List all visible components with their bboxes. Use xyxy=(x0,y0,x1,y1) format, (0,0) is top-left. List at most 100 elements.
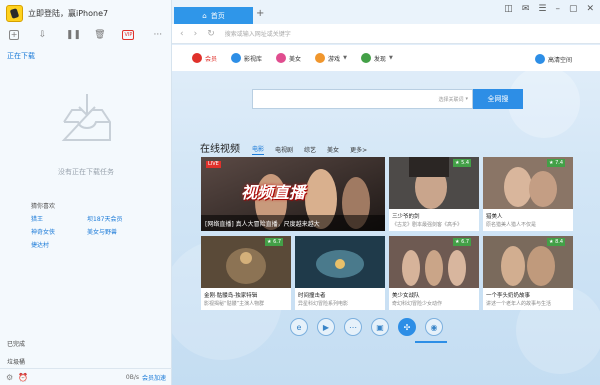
nav-beauty[interactable]: 美女 xyxy=(276,53,301,63)
video-card[interactable]: ★ 6.7 美少女战队 奇幻科幻冒险少女动作 xyxy=(389,236,479,310)
delete-icon[interactable]: 🗑 xyxy=(94,30,105,40)
tab-beauty[interactable]: 美女 xyxy=(327,145,339,155)
globe-icon xyxy=(534,54,545,64)
video-subtitle: 影视揭秘“骷髅”主演人物群 xyxy=(204,301,265,307)
close-icon[interactable]: ✕ xyxy=(586,4,594,14)
section-title: 在线视频 xyxy=(200,144,240,155)
heart-icon xyxy=(276,53,287,63)
downloading-label[interactable]: 正在下载 xyxy=(7,51,35,61)
video-subtitle: 原名猎美人猎人不仅是 xyxy=(486,222,537,228)
login-bar[interactable]: 立即登陆，赢iPhone7 xyxy=(0,0,172,26)
dock-active-indicator xyxy=(415,341,447,343)
tab-home[interactable]: ⌂ 首页 xyxy=(174,7,253,24)
rating-badge: ★ 6.7 xyxy=(265,238,284,246)
tab-variety[interactable]: 综艺 xyxy=(304,145,316,155)
recommend-link[interactable]: 神奇女侠 xyxy=(31,227,55,236)
refresh-icon[interactable]: ↻ xyxy=(207,29,215,39)
video-card[interactable]: ★ 6.7 金刚·骷髅岛-独家特辑 影视揭秘“骷髅”主演人物群 xyxy=(201,236,291,310)
maximize-icon[interactable]: ▢ xyxy=(569,4,578,14)
address-input[interactable]: 搜索或输入网址或关键字 xyxy=(225,29,291,38)
video-title: 一个李头奶奶故事 xyxy=(486,293,531,299)
download-sidebar: 立即登陆，赢iPhone7 + ⇩ ❚❚ 🗑 VIP ··· 正在下载 没有正在… xyxy=(0,0,172,385)
video-section-header: 在线视频 电影 电视剧 综艺 美女 更多> xyxy=(200,140,378,155)
trash-item[interactable]: 垃圾桶 xyxy=(7,357,25,366)
settings-icon[interactable]: ⚙ xyxy=(6,373,13,382)
engine-select[interactable]: 选择关联词 ▾ xyxy=(423,89,473,109)
recommend-link[interactable]: 美女与野兽 xyxy=(87,227,117,236)
video-title: 金刚·骷髅岛-独家特辑 xyxy=(204,293,258,299)
recommend-title: 猜你喜欢 xyxy=(31,203,56,210)
apps-icon[interactable]: ✣ xyxy=(398,318,416,336)
film-icon xyxy=(231,53,242,63)
gift-icon[interactable]: ▣ xyxy=(371,318,389,336)
status-bar: ⚙ ⏰ 0B/s 会员加速 xyxy=(0,368,172,385)
forward-icon[interactable]: › xyxy=(194,29,198,39)
more-icon[interactable]: ··· xyxy=(153,30,163,40)
share-icon[interactable]: ⋯ xyxy=(344,318,362,336)
chevron-down-icon: ▾ xyxy=(465,96,468,102)
vip-icon[interactable]: VIP xyxy=(122,30,135,40)
empty-tray-icon xyxy=(61,94,111,141)
video-title: 三少爷的剑 xyxy=(392,214,420,220)
recommend-link[interactable]: 捷达村 xyxy=(31,240,49,249)
tab-tv[interactable]: 电视剧 xyxy=(275,145,293,155)
rating-badge: ★ 5.4 xyxy=(453,159,472,167)
accelerate-link[interactable]: 会员加速 xyxy=(142,373,166,382)
compass-icon xyxy=(360,53,371,63)
video-title: 美少女战队 xyxy=(392,293,420,299)
tab-label: 首页 xyxy=(210,11,225,20)
search-button[interactable]: 全网搜 xyxy=(473,89,523,109)
completed-item[interactable]: 已完成 xyxy=(7,339,25,348)
video-title: 时间撞击者 xyxy=(298,293,326,299)
video-card[interactable]: ★ 7.4 猎美人 原名猎美人猎人不仅是 xyxy=(483,157,573,231)
browser-pane: ⌂ 首页 + ◫ ✉ ☰ – ▢ ✕ ‹ › ↻ 搜索或输入网址或关键字 会员 … xyxy=(172,0,600,385)
menu-icon[interactable]: ☰ xyxy=(538,4,546,14)
nav-movies[interactable]: 影视库 xyxy=(231,53,262,63)
rating-badge: ★ 6.7 xyxy=(453,238,472,246)
video-thumbnail xyxy=(295,236,385,288)
window-controls: ◫ ✉ ☰ – ▢ ✕ xyxy=(504,4,594,14)
rating-badge: ★ 7.4 xyxy=(547,159,566,167)
skin-icon[interactable]: ◫ xyxy=(504,4,513,14)
crown-icon xyxy=(192,53,202,63)
recommend-link[interactable]: 坝187天会员 xyxy=(87,214,122,223)
pause-icon[interactable]: ❚❚ xyxy=(66,30,81,40)
nav-vip[interactable]: 会员 xyxy=(192,53,217,63)
gamepad-icon[interactable]: ◉ xyxy=(425,318,443,336)
app-logo-icon xyxy=(6,4,23,22)
video-card-live[interactable]: LIVE 视频直播 [网络直播] 真人大冒险直播，尺度越来越大 xyxy=(201,157,385,231)
video-subtitle: 奇幻科幻冒险少女动作 xyxy=(392,301,443,307)
gamepad-icon xyxy=(315,53,326,63)
video-card[interactable]: ★ 5.4 三少爷的剑 《古龙》剧本最强剑客《高手》 xyxy=(389,157,479,231)
message-icon[interactable]: ✉ xyxy=(522,4,530,14)
download-speed: 0B/s xyxy=(125,373,139,381)
nav-games[interactable]: 游戏 ▼ xyxy=(315,53,347,63)
search-input[interactable] xyxy=(252,89,423,109)
new-tab-icon[interactable]: + xyxy=(256,8,264,19)
address-bar: ‹ › ↻ 搜索或输入网址或关键字 xyxy=(172,24,600,44)
browser-icon[interactable]: e xyxy=(290,318,308,336)
video-subtitle: 《古龙》剧本最强剑客《高手》 xyxy=(392,222,463,228)
back-icon[interactable]: ‹ xyxy=(180,29,184,39)
play-icon[interactable]: ▶ xyxy=(317,318,335,336)
start-icon[interactable]: ⇩ xyxy=(37,30,47,40)
video-title: 猎美人 xyxy=(486,214,503,220)
nav-discover[interactable]: 发现 ▼ xyxy=(360,53,393,63)
live-badge: LIVE xyxy=(206,161,221,168)
video-card[interactable]: ★ 8.4 一个李头奶奶故事 讲述一个老年人的故事与生活 xyxy=(483,236,573,310)
tab-more[interactable]: 更多> xyxy=(350,145,367,155)
bottom-dock: e ▶ ⋯ ▣ ✣ ◉ xyxy=(290,318,443,336)
chevron-down-icon: ▼ xyxy=(388,55,393,61)
recommend-link[interactable]: 猎王 xyxy=(31,214,43,223)
minimize-icon[interactable]: – xyxy=(555,4,560,14)
tab-movies[interactable]: 电影 xyxy=(252,144,265,155)
nav-hd-space[interactable]: 高清空间 xyxy=(534,54,572,64)
video-card[interactable]: 时间撞击者 异星科幻冒险系列电影 xyxy=(295,236,385,310)
new-task-icon[interactable]: + xyxy=(9,30,20,40)
search-box: 选择关联词 ▾ 全网搜 xyxy=(252,89,523,109)
alarm-icon[interactable]: ⏰ xyxy=(18,373,28,382)
tab-bar: ⌂ 首页 + ◫ ✉ ☰ – ▢ ✕ xyxy=(172,0,600,24)
empty-message: 没有正在下载任务 xyxy=(58,168,114,176)
download-toolbar: + ⇩ ❚❚ 🗑 VIP ··· xyxy=(0,28,172,42)
login-text[interactable]: 立即登陆，赢iPhone7 xyxy=(28,8,108,19)
